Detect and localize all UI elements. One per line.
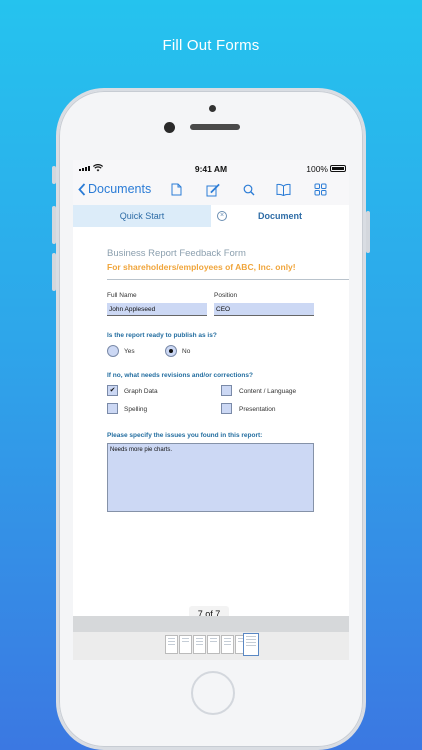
volume-up-button	[52, 206, 56, 244]
content-language-label: Content / Language	[239, 388, 297, 395]
page-thumbnail-current[interactable]	[243, 633, 259, 656]
presentation-label: Presentation	[239, 406, 276, 413]
spelling-label: Spelling	[124, 406, 148, 413]
position-field[interactable]: CEO	[214, 303, 314, 316]
issues-textarea[interactable]: Needs more pie charts.	[107, 443, 314, 512]
page-thumbnail[interactable]	[179, 635, 192, 654]
navigation-bar: Documents	[73, 178, 349, 205]
tab-bar: Quick Start × Document	[73, 205, 349, 227]
graph-data-checkbox[interactable]: ✔	[107, 385, 118, 396]
proximity-sensor	[209, 105, 216, 112]
volume-down-button	[52, 253, 56, 291]
yes-label: Yes	[124, 348, 135, 355]
book-icon[interactable]	[276, 183, 291, 196]
position-label: Position	[214, 292, 238, 299]
page-thumbnail[interactable]	[221, 635, 234, 654]
graph-data-label: Graph Data	[124, 388, 158, 395]
presentation-checkbox[interactable]	[221, 403, 232, 414]
divider	[107, 279, 349, 280]
toolbar-divider	[73, 616, 349, 632]
full-name-label: Full Name	[107, 292, 137, 299]
status-bar: 9:41 AM 100%	[73, 160, 349, 178]
tab-document[interactable]: × Document	[211, 205, 349, 227]
tab-quick-start-label: Quick Start	[119, 211, 165, 221]
battery-percent: 100%	[306, 164, 328, 174]
close-tab-icon[interactable]: ×	[217, 211, 227, 221]
tab-document-label: Document	[257, 211, 302, 221]
page-thumbnail[interactable]	[193, 635, 206, 654]
power-button	[366, 211, 370, 253]
tab-quick-start[interactable]: Quick Start	[73, 205, 211, 227]
home-button[interactable]	[191, 671, 235, 715]
battery-icon	[330, 165, 346, 172]
issues-question: Please specify the issues you found in t…	[107, 432, 263, 439]
chevron-left-icon	[78, 182, 86, 196]
content-language-checkbox[interactable]	[221, 385, 232, 396]
publish-question: Is the report ready to publish as is?	[107, 332, 217, 339]
yes-radio[interactable]	[107, 345, 119, 357]
revisions-question: If no, what needs revisions and/or corre…	[107, 372, 253, 379]
page-thumbnails	[73, 632, 349, 660]
hero-title: Fill Out Forms	[162, 37, 260, 54]
mute-switch	[52, 166, 56, 184]
search-icon[interactable]	[243, 184, 255, 196]
phone-frame: 9:41 AM 100% Documents Quick Start × Doc…	[52, 88, 370, 750]
form-title: Business Report Feedback Form	[107, 248, 246, 259]
page-thumbnail[interactable]	[165, 635, 178, 654]
back-button[interactable]: Documents	[78, 182, 151, 196]
full-name-field[interactable]: John Appleseed	[107, 303, 207, 316]
page-thumbnail[interactable]	[207, 635, 220, 654]
no-radio[interactable]	[165, 345, 177, 357]
form-subtitle: For shareholders/employees of ABC, Inc. …	[107, 262, 296, 272]
front-camera	[164, 122, 175, 133]
edit-icon[interactable]	[206, 183, 220, 197]
earpiece-speaker	[190, 124, 240, 130]
grid-icon[interactable]	[314, 183, 327, 196]
spelling-checkbox[interactable]	[107, 403, 118, 414]
screen: 9:41 AM 100% Documents Quick Start × Doc…	[73, 160, 349, 660]
document-page: Business Report Feedback Form For shareh…	[73, 227, 349, 622]
no-label: No	[182, 348, 191, 355]
back-label: Documents	[88, 182, 152, 196]
document-icon[interactable]	[171, 183, 182, 196]
